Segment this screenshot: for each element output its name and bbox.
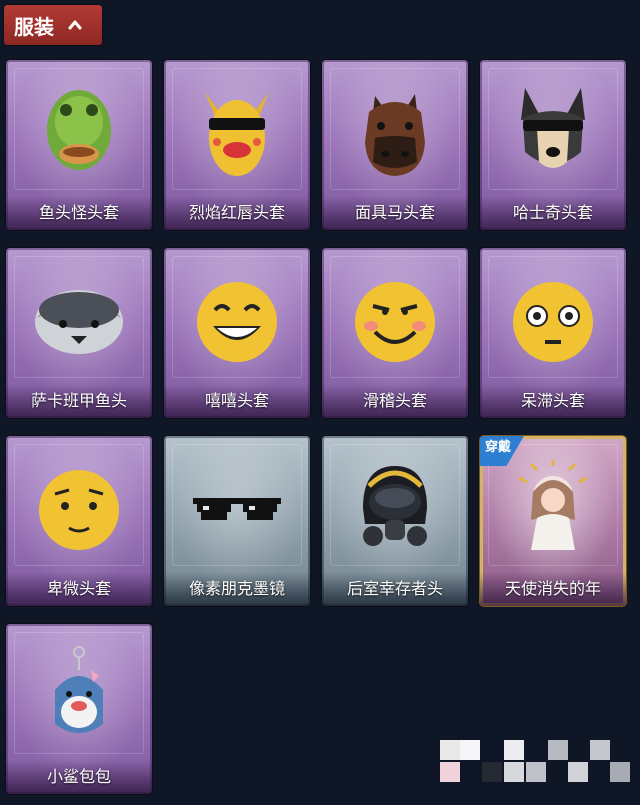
item-name: 烈焰红唇头套 — [164, 196, 310, 230]
item-name: 哈士奇头套 — [480, 196, 626, 230]
husky-mask-icon — [521, 88, 585, 168]
item-name: 后室幸存者头 — [322, 572, 468, 606]
item-card[interactable]: 像素朋克墨镜 — [164, 436, 310, 606]
item-card-equipped[interactable]: 穿戴 天使消失的年 — [480, 436, 626, 606]
item-card[interactable]: 后室幸存者头 — [322, 436, 468, 606]
fish-mask-icon — [47, 90, 111, 170]
funny-emoji-mask-icon — [355, 282, 435, 362]
item-card[interactable]: 滑稽头套 — [322, 248, 468, 418]
item-name: 天使消失的年 — [480, 572, 626, 606]
item-card[interactable]: 卑微头套 — [6, 436, 152, 606]
item-card[interactable]: 萨卡班甲鱼头 — [6, 248, 152, 418]
dazed-emoji-mask-icon — [513, 282, 593, 362]
item-name: 滑稽头套 — [322, 384, 468, 418]
item-card[interactable]: 烈焰红唇头套 — [164, 60, 310, 230]
sacabambaspis-mask-icon — [35, 290, 123, 354]
gas-mask-helmet-icon — [363, 466, 427, 546]
item-card[interactable]: 呆滞头套 — [480, 248, 626, 418]
item-name: 鱼头怪头套 — [6, 196, 152, 230]
item-name: 卑微头套 — [6, 572, 152, 606]
item-card[interactable]: 小鲨包包 — [6, 624, 152, 794]
costume-grid: 鱼头怪头套 烈焰红唇头套 面具马头套 哈士奇头套 萨卡班甲鱼头 嘻嘻头套 滑稽头… — [0, 0, 640, 805]
item-card[interactable]: 鱼头怪头套 — [6, 60, 152, 230]
humble-emoji-mask-icon — [39, 470, 119, 550]
grin-emoji-mask-icon — [197, 282, 277, 362]
item-name: 萨卡班甲鱼头 — [6, 384, 152, 418]
item-card[interactable]: 嘻嘻头套 — [164, 248, 310, 418]
item-name: 小鲨包包 — [6, 760, 152, 794]
item-name: 像素朋克墨镜 — [164, 572, 310, 606]
item-name: 嘻嘻头套 — [164, 384, 310, 418]
item-card[interactable]: 面具马头套 — [322, 60, 468, 230]
pixel-sunglasses-icon — [193, 498, 281, 520]
shark-bag-charm-icon — [55, 646, 103, 733]
item-card[interactable]: 哈士奇头套 — [480, 60, 626, 230]
item-name: 面具马头套 — [322, 196, 468, 230]
item-name: 呆滞头套 — [480, 384, 626, 418]
angel-doll-charm-icon — [518, 460, 588, 550]
horse-mask-icon — [365, 94, 425, 176]
lips-mask-icon — [205, 92, 269, 176]
